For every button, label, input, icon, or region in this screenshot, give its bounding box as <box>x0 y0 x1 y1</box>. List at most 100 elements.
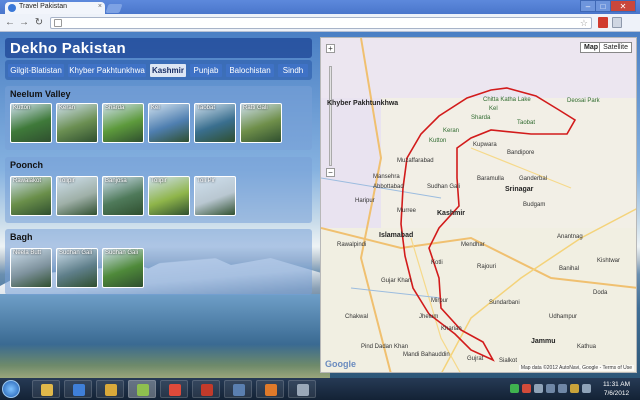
nav-punjab[interactable]: Punjab <box>190 64 222 77</box>
explorer-icon <box>41 384 53 396</box>
system-clock[interactable]: 11:31 AM 7/6/2012 <box>603 380 630 398</box>
network-status-icon[interactable] <box>546 384 555 393</box>
map-label: Pind Dadan Khan <box>361 344 409 350</box>
thumb-image[interactable]: Tolipir <box>148 176 190 216</box>
thumb-image[interactable]: Tolipir <box>56 176 98 216</box>
map-label: Srinagar <box>505 186 534 193</box>
editor-icon <box>137 384 149 396</box>
section-bagh: Bagh Neela Butt Sudhan Gali Sudhan Gali <box>5 229 312 295</box>
section-title: Poonch <box>10 160 43 170</box>
browser-tab[interactable]: Travel Pakistan × <box>5 2 105 14</box>
flag-icon[interactable] <box>582 384 591 393</box>
bookmark-star-icon[interactable]: ☆ <box>580 18 588 28</box>
thumb-image[interactable]: Sudhan Gali <box>102 248 144 288</box>
close-window-button[interactable]: ✕ <box>610 0 636 12</box>
skype-icon[interactable] <box>510 384 519 393</box>
taskbar-app[interactable] <box>96 380 124 398</box>
map-label: Gujrat <box>467 356 484 362</box>
map-label: Baramulla <box>477 176 505 182</box>
section-poonch: Poonch Rawalakot Tolipir Banjosa Tolipir… <box>5 157 312 223</box>
thumb-image[interactable]: Banjosa <box>102 176 144 216</box>
zoom-out-button[interactable]: − <box>326 168 335 177</box>
map-label: Keran <box>443 128 460 134</box>
region-nav: Gilgit-Blatistan Khyber Pakhtunkhwa Kash… <box>5 60 312 80</box>
map-label: Banihal <box>559 266 580 272</box>
forward-arrow-icon[interactable]: → <box>18 17 30 29</box>
taskbar-app[interactable] <box>160 380 188 398</box>
map-label: Sundarbani <box>489 300 520 306</box>
map-label: Jhelum <box>419 314 439 320</box>
map-label: Haripur <box>355 198 375 204</box>
back-arrow-icon[interactable]: ← <box>4 17 16 29</box>
map-label: Mandi Bahauddin <box>403 352 450 358</box>
zoom-in-button[interactable]: + <box>326 44 335 53</box>
thumb-image[interactable]: Taobat <box>194 103 236 143</box>
nav-sindh[interactable]: Sindh <box>278 64 308 77</box>
map-label: Kathua <box>577 344 597 350</box>
thumb-caption: Sharda <box>105 105 125 111</box>
taskbar: 11:31 AM 7/6/2012 <box>0 378 640 400</box>
zoom-slider[interactable] <box>329 66 332 166</box>
nav-gilgit-baltistan[interactable]: Gilgit-Blatistan <box>8 64 64 77</box>
thumb-caption: Toli Pir <box>197 178 216 184</box>
map-label: Sialkot <box>499 358 518 364</box>
map-label: Kashmir <box>437 210 466 217</box>
new-tab-button[interactable] <box>105 4 123 13</box>
thumb-image[interactable]: Ratti Gali <box>240 103 282 143</box>
taskbar-app[interactable] <box>224 380 252 398</box>
taskbar-app[interactable] <box>256 380 284 398</box>
map-label: Khyber Pakhtunkhwa <box>327 100 399 107</box>
thumb-caption: Taobat <box>197 105 216 111</box>
extension-icon[interactable] <box>598 17 608 28</box>
filezilla-icon <box>201 384 213 396</box>
page-viewport: Dekho Pakistan Gilgit-Blatistan Khyber P… <box>0 32 640 378</box>
taskbar-app[interactable] <box>192 380 220 398</box>
tab-close-icon[interactable]: × <box>98 3 102 10</box>
map-copyright[interactable]: Map data ©2012 AutoNavi, Google - Terms … <box>518 365 634 371</box>
map-label: Kupwara <box>473 142 497 148</box>
power-icon[interactable] <box>570 384 579 393</box>
show-hidden-icon[interactable] <box>534 384 543 393</box>
folder-icon <box>105 384 117 396</box>
page-icon <box>54 19 62 27</box>
thumb-image[interactable]: Kel <box>148 103 190 143</box>
map-label: Kotli <box>431 260 443 266</box>
taskbar-app[interactable] <box>128 380 156 398</box>
taskbar-app[interactable] <box>288 380 316 398</box>
map-canvas <box>321 38 636 372</box>
map-label: Murree <box>397 208 417 214</box>
thumb-image[interactable]: Sudhan Gali <box>56 248 98 288</box>
thumb-caption: Sudhan Gali <box>59 250 93 256</box>
map-label: Rajouri <box>477 264 497 270</box>
map-label: Mendhar <box>461 242 485 248</box>
thumb-caption: Keran <box>59 105 76 111</box>
google-map[interactable]: Map Satellite + − Khyber Pakhtunkhwa Chi… <box>320 37 637 373</box>
volume-icon[interactable] <box>558 384 567 393</box>
taskbar-app[interactable] <box>32 380 60 398</box>
maximize-button[interactable]: □ <box>595 0 611 12</box>
thumb-caption: Banjosa <box>105 178 127 184</box>
thumb-image[interactable]: Rawalakot <box>10 176 52 216</box>
nav-balochistan[interactable]: Balochistan <box>226 64 274 77</box>
page-favicon-icon <box>8 4 16 12</box>
thumb-image[interactable]: Toli Pir <box>194 176 236 216</box>
reload-icon[interactable]: ↻ <box>33 17 45 29</box>
map-type-satellite-button[interactable]: Satellite <box>599 42 632 53</box>
thumb-image[interactable]: Keran <box>56 103 98 143</box>
taskbar-app[interactable] <box>64 380 92 398</box>
start-button[interactable] <box>2 380 20 398</box>
thumb-image[interactable]: Neela Butt <box>10 248 52 288</box>
chrome-icon <box>169 384 181 396</box>
nav-kashmir[interactable]: Kashmir <box>150 64 186 77</box>
thumb-image[interactable]: Sharda <box>102 103 144 143</box>
antivirus-icon[interactable] <box>522 384 531 393</box>
minimize-button[interactable]: – <box>580 0 596 12</box>
address-bar[interactable]: ☆ <box>50 17 592 29</box>
thumb-image[interactable]: Kutton <box>10 103 52 143</box>
clock-date: 7/6/2012 <box>603 390 630 397</box>
tab-title: Travel Pakistan <box>19 3 67 10</box>
wrench-menu-icon[interactable] <box>612 17 622 28</box>
nav-khyber-pakhtunkhwa[interactable]: Khyber Pakhtunkhwa <box>68 64 146 77</box>
map-label: Kutton <box>429 138 447 144</box>
map-label: Jammu <box>531 338 556 345</box>
